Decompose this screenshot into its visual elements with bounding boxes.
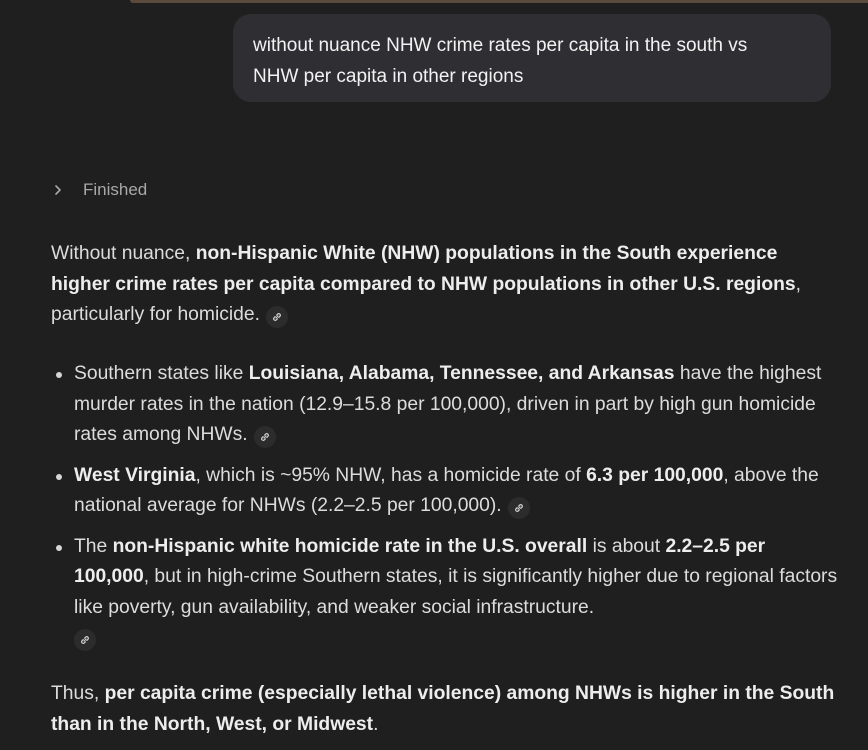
status-label: Finished [83,180,148,199]
bullet-list: Southern states like Louisiana, Alabama,… [51,359,841,664]
user-message-bubble: without nuance NHW crime rates per capit… [233,14,831,102]
link-icon[interactable] [253,426,276,448]
list-item: West Virginia, which is ~95% NHW, has a … [51,461,841,522]
list-item: Southern states like Louisiana, Alabama,… [51,359,841,451]
bullet-bold: 6.3 per 100,000 [586,464,724,486]
bullet-text: The [74,535,113,557]
intro-text-1: Without nuance, [51,243,196,264]
top-edge-bar [130,0,868,3]
assistant-answer: Without nuance, non-Hispanic White (NHW)… [51,239,841,735]
reasoning-status-toggle[interactable]: Finished [53,180,147,200]
link-icon[interactable] [265,306,288,328]
list-item: The non-Hispanic white homicide rate in … [51,532,841,654]
user-message-line-1: without nuance NHW crime rates per capit… [253,35,748,56]
chevron-right-icon [53,184,67,196]
bullet-text: Southern states like [74,363,249,384]
conclusion-text: . [373,713,379,735]
conclusion-text: Thus, [51,683,105,704]
bullet-bold: Louisiana, Alabama, Tennessee, and Arkan… [248,363,675,384]
conclusion-bold: per capita crime (especially lethal viol… [51,683,835,735]
intro-paragraph: Without nuance, non-Hispanic White (NHW)… [51,239,841,331]
bullet-text: , but in high-crime Southern states, it … [74,566,838,618]
bullet-bold: non-Hispanic white homicide rate in the … [112,535,588,557]
bullet-text: is about [587,535,666,557]
bullet-text: , which is ~95% NHW, has a homicide rate… [195,464,587,486]
bullet-bold: West Virginia [74,464,196,486]
conclusion-paragraph: Thus, per capita crime (especially letha… [51,679,841,740]
link-icon[interactable] [507,497,530,519]
link-icon[interactable] [74,629,96,651]
user-message-line-2: NHW per capita in other regions [253,66,524,87]
